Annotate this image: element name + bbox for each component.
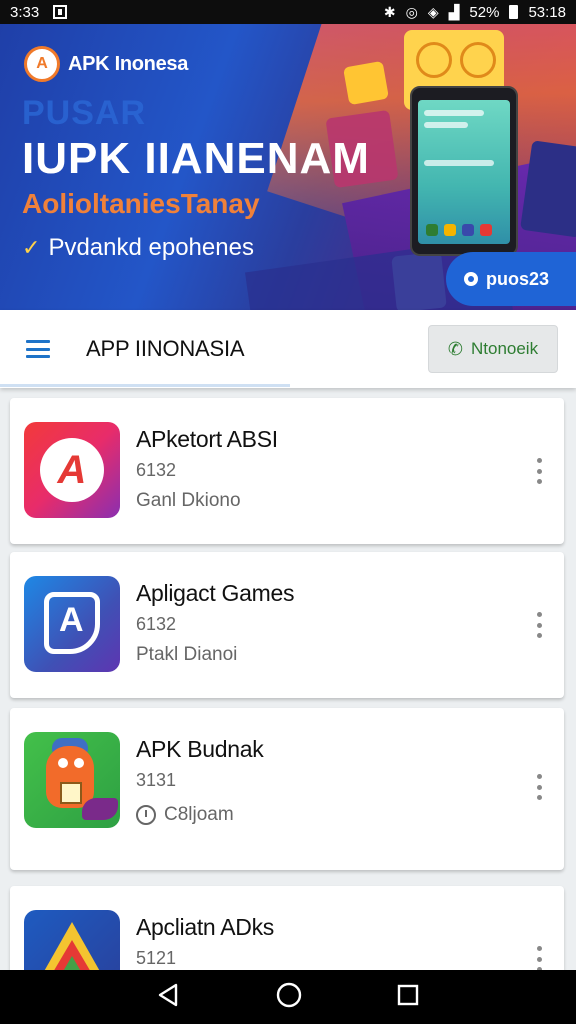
- brand: A APK Inonesa: [24, 46, 188, 82]
- promo-banner[interactable]: A APK Inonesa PUSAR IUPK IIANENAM Aoliol…: [0, 24, 576, 310]
- phone-icon: ✆: [447, 338, 463, 359]
- app-subtitle: C8ljoam: [136, 804, 234, 826]
- decor-ring: [460, 42, 496, 78]
- record-icon: [464, 272, 478, 286]
- page-title: APP IINONASIA: [86, 336, 245, 361]
- app-meta: 5121: [136, 948, 177, 968]
- decor-tile: [343, 60, 389, 106]
- banner-check-text: Pvdankd epohenes: [48, 234, 254, 261]
- app-name: APketort ABSI: [136, 426, 278, 452]
- check-icon: ✓: [22, 235, 41, 260]
- decor-tile: [391, 251, 447, 310]
- phone-bar: [424, 122, 468, 128]
- phone-bar: [424, 110, 484, 116]
- banner-pill-label: puos23: [486, 268, 550, 289]
- home-icon[interactable]: [275, 981, 303, 1014]
- more-options-icon[interactable]: [532, 946, 546, 972]
- app-subtitle: Ptakl Dianoi: [136, 644, 237, 666]
- phone-illustration: [410, 86, 518, 256]
- menu-icon[interactable]: [26, 340, 50, 358]
- decor-ring: [416, 42, 452, 78]
- battery-icon: [509, 5, 519, 19]
- status-bar: 3:33 ✱ ◎ ◈ ▟ 52% 53:18: [0, 0, 576, 24]
- banner-pill-button[interactable]: puos23: [446, 252, 576, 306]
- app-meta: 6132: [136, 460, 177, 480]
- app-meta: 6132: [136, 614, 177, 634]
- orange-mascot-icon: [24, 732, 120, 828]
- call-button-label: Ntonoeik: [470, 339, 539, 358]
- list-item[interactable]: APK Budnak 3131 C8ljoam: [10, 708, 564, 870]
- more-options-icon[interactable]: [532, 458, 546, 484]
- app-subtitle-text: Ganl Dkiono: [136, 490, 241, 511]
- phone-app-dots: [426, 224, 492, 236]
- more-options-icon[interactable]: [532, 612, 546, 638]
- back-icon[interactable]: [156, 982, 182, 1013]
- red-a-logo-icon: A: [24, 422, 120, 518]
- signal-icon: ▟: [448, 4, 460, 20]
- more-options-icon[interactable]: [532, 774, 546, 800]
- app-name: Apligact Games: [136, 580, 295, 606]
- blue-a-logo-icon: [24, 576, 120, 672]
- app-name: Apcliatn ADks: [136, 914, 274, 940]
- status-time: 3:33: [10, 3, 40, 21]
- clock-icon: [136, 805, 156, 825]
- wifi-icon: ◈: [427, 4, 439, 20]
- phone-bar: [424, 160, 494, 166]
- banner-check-line: ✓ Pvdankd epohenes: [22, 234, 254, 262]
- app-subtitle: Ganl Dkiono: [136, 490, 241, 512]
- app-meta: 3131: [136, 770, 177, 790]
- banner-pretitle: PUSAR: [22, 94, 147, 132]
- list-item[interactable]: A APketort ABSI 6132 Ganl Dkiono: [10, 398, 564, 544]
- tab-indicator: [0, 384, 290, 387]
- bluetooth-icon: ✱: [383, 4, 396, 20]
- list-item[interactable]: Apligact Games 6132 Ptakl Dianoi: [10, 552, 564, 698]
- app-subtitle-text: Ptakl Dianoi: [136, 644, 238, 665]
- banner-subtitle: AolioltaniesTanay: [22, 188, 260, 219]
- navigation-bar: [0, 970, 576, 1024]
- battery-percent: 52%: [469, 3, 500, 21]
- phone-screen: [418, 100, 510, 244]
- brand-name: APK Inonesa: [68, 52, 189, 75]
- notification-icon: [53, 5, 68, 19]
- brand-logo-icon: A: [24, 46, 60, 82]
- banner-title: IUPK IIANENAM: [22, 134, 370, 183]
- recents-icon[interactable]: [396, 983, 420, 1012]
- app-subtitle-text: C8ljoam: [164, 804, 234, 825]
- call-button[interactable]: ✆ Ntonoeik: [428, 325, 558, 373]
- status-clock-right: 53:18: [528, 3, 566, 21]
- app-name: APK Budnak: [136, 736, 264, 762]
- app-bar: APP IINONASIA ✆ Ntonoeik: [0, 310, 576, 388]
- alarm-icon: ◎: [405, 4, 418, 20]
